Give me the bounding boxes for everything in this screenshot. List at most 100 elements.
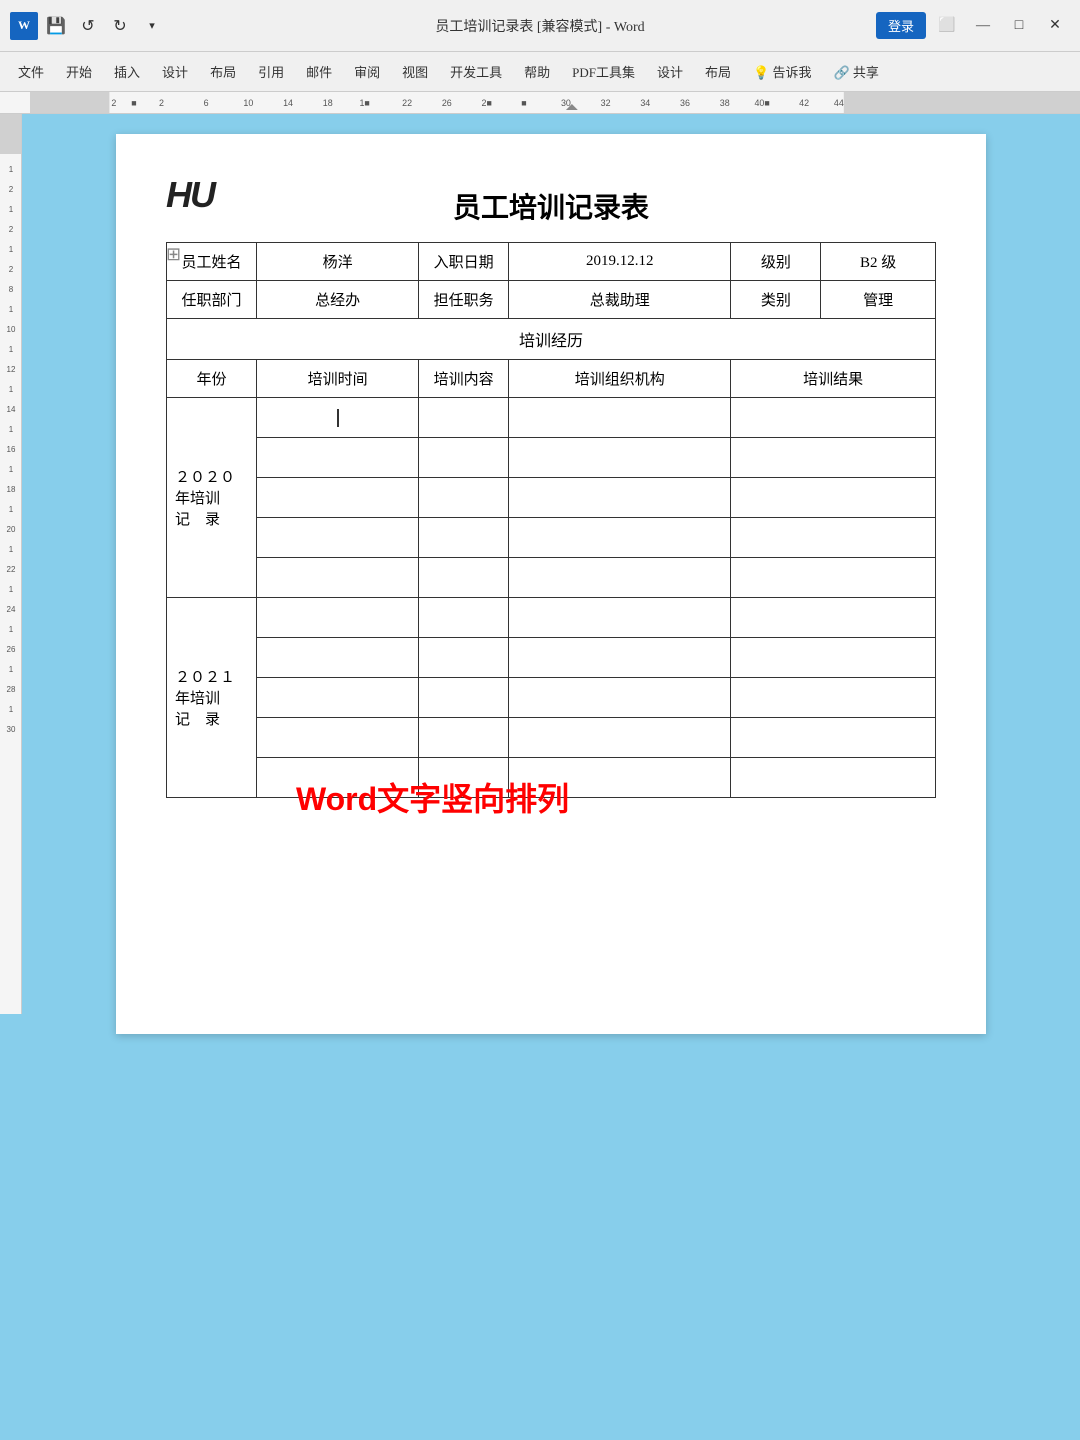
training-content-2021-4[interactable] (419, 718, 509, 758)
label-category: 类别 (731, 281, 821, 319)
menu-layout[interactable]: 布局 (200, 57, 246, 86)
training-content-2020-5[interactable] (419, 558, 509, 598)
menu-layout2[interactable]: 布局 (695, 57, 741, 86)
svg-text:8: 8 (8, 285, 13, 294)
menu-design[interactable]: 设计 (152, 57, 198, 86)
training-result-2021-3[interactable] (731, 678, 936, 718)
menu-share[interactable]: 🔗 共享 (824, 57, 889, 86)
training-org-2020-2[interactable] (509, 438, 731, 478)
training-result-2020-1[interactable] (731, 398, 936, 438)
training-time-2021-4[interactable] (257, 718, 419, 758)
training-time-2020-2[interactable] (257, 438, 419, 478)
val-dept: 总经办 (257, 281, 419, 319)
minimize-button[interactable]: — (968, 11, 998, 41)
training-content-2020-1[interactable] (419, 398, 509, 438)
save-button[interactable]: 💾 (42, 12, 70, 40)
training-row-2020-1: ２０２０年培训记 录 (167, 398, 936, 438)
info-row-2: 任职部门 总经办 担任职务 总裁助理 类别 管理 (167, 281, 936, 319)
training-result-2020-3[interactable] (731, 478, 936, 518)
svg-text:32: 32 (601, 97, 611, 107)
training-row-2020-2 (167, 438, 936, 478)
svg-text:1: 1 (8, 585, 13, 594)
menu-tellme[interactable]: 💡 告诉我 (743, 57, 821, 86)
svg-text:2: 2 (8, 185, 13, 194)
training-time-2020-4[interactable] (257, 518, 419, 558)
training-org-2020-5[interactable] (509, 558, 731, 598)
val-join-date: 2019.12.12 (509, 243, 731, 281)
training-result-2020-2[interactable] (731, 438, 936, 478)
training-row-2021-2 (167, 638, 936, 678)
training-result-2021-1[interactable] (731, 598, 936, 638)
svg-text:2■: 2■ (482, 97, 492, 107)
training-org-2020-3[interactable] (509, 478, 731, 518)
menu-pdf[interactable]: PDF工具集 (562, 57, 645, 86)
label-level: 级别 (731, 243, 821, 281)
ribbon-toggle-button[interactable]: ⬜ (932, 11, 962, 41)
training-content-2021-2[interactable] (419, 638, 509, 678)
ruler-svg: 2 ■ 2 6 10 14 18 1■ 22 26 2■ ■ 30 32 34 … (30, 92, 1080, 114)
training-content-2020-2[interactable] (419, 438, 509, 478)
svg-text:44: 44 (834, 97, 844, 107)
training-time-2021-2[interactable] (257, 638, 419, 678)
col-header-content: 培训内容 (419, 360, 509, 398)
svg-text:■: ■ (131, 97, 136, 107)
training-result-2021-4[interactable] (731, 718, 936, 758)
svg-text:40■: 40■ (754, 97, 769, 107)
customize-button[interactable]: ▾ (138, 12, 166, 40)
training-result-2020-4[interactable] (731, 518, 936, 558)
training-content-2020-3[interactable] (419, 478, 509, 518)
menu-view[interactable]: 视图 (392, 57, 438, 86)
document-title: 员工培训记录表 (166, 174, 936, 226)
menu-file[interactable]: 文件 (8, 57, 54, 86)
training-org-2021-1[interactable] (509, 598, 731, 638)
menu-home[interactable]: 开始 (56, 57, 102, 86)
training-result-2021-2[interactable] (731, 638, 936, 678)
login-button[interactable]: 登录 (876, 12, 926, 39)
close-button[interactable]: ✕ (1040, 11, 1070, 41)
svg-text:1: 1 (8, 465, 13, 474)
document-area: HU ⊞ 员工培训记录表 员工姓名 杨洋 入职日期 2019.12.12 级别 … (22, 114, 1080, 1440)
training-time-2021-3[interactable] (257, 678, 419, 718)
col-header-org: 培训组织机构 (509, 360, 731, 398)
training-time-2020-1[interactable] (257, 398, 419, 438)
training-org-2020-4[interactable] (509, 518, 731, 558)
table-handle[interactable]: ⊞ (166, 244, 181, 265)
window-title: 员工培训记录表 [兼容模式] - Word (435, 16, 644, 36)
svg-text:1: 1 (8, 705, 13, 714)
training-time-2020-5[interactable] (257, 558, 419, 598)
label-dept: 任职部门 (167, 281, 257, 319)
training-result-2021-5[interactable] (731, 758, 936, 798)
svg-text:1: 1 (8, 665, 13, 674)
menu-mailings[interactable]: 邮件 (296, 57, 342, 86)
undo-button[interactable]: ↺ (74, 12, 102, 40)
training-org-2021-3[interactable] (509, 678, 731, 718)
training-org-2021-4[interactable] (509, 718, 731, 758)
training-row-2020-3 (167, 478, 936, 518)
svg-text:2: 2 (8, 265, 13, 274)
maximize-button[interactable]: □ (1004, 11, 1034, 41)
svg-text:2: 2 (111, 97, 116, 107)
menu-review[interactable]: 审阅 (344, 57, 390, 86)
col-header-time: 培训时间 (257, 360, 419, 398)
training-result-2020-5[interactable] (731, 558, 936, 598)
svg-text:1: 1 (8, 545, 13, 554)
menu-insert[interactable]: 插入 (104, 57, 150, 86)
training-org-2021-2[interactable] (509, 638, 731, 678)
val-position: 总裁助理 (509, 281, 731, 319)
svg-text:1: 1 (8, 165, 13, 174)
training-time-2021-1[interactable] (257, 598, 419, 638)
training-content-2020-4[interactable] (419, 518, 509, 558)
training-time-2020-3[interactable] (257, 478, 419, 518)
training-content-2021-3[interactable] (419, 678, 509, 718)
svg-text:2: 2 (8, 225, 13, 234)
menu-references[interactable]: 引用 (248, 57, 294, 86)
redo-button[interactable]: ↻ (106, 12, 134, 40)
training-content-2021-1[interactable] (419, 598, 509, 638)
menu-developer[interactable]: 开发工具 (440, 57, 512, 86)
svg-text:1: 1 (8, 245, 13, 254)
svg-text:1: 1 (8, 385, 13, 394)
training-org-2020-1[interactable] (509, 398, 731, 438)
svg-text:6: 6 (204, 97, 209, 107)
menu-design2[interactable]: 设计 (647, 57, 693, 86)
menu-help[interactable]: 帮助 (514, 57, 560, 86)
